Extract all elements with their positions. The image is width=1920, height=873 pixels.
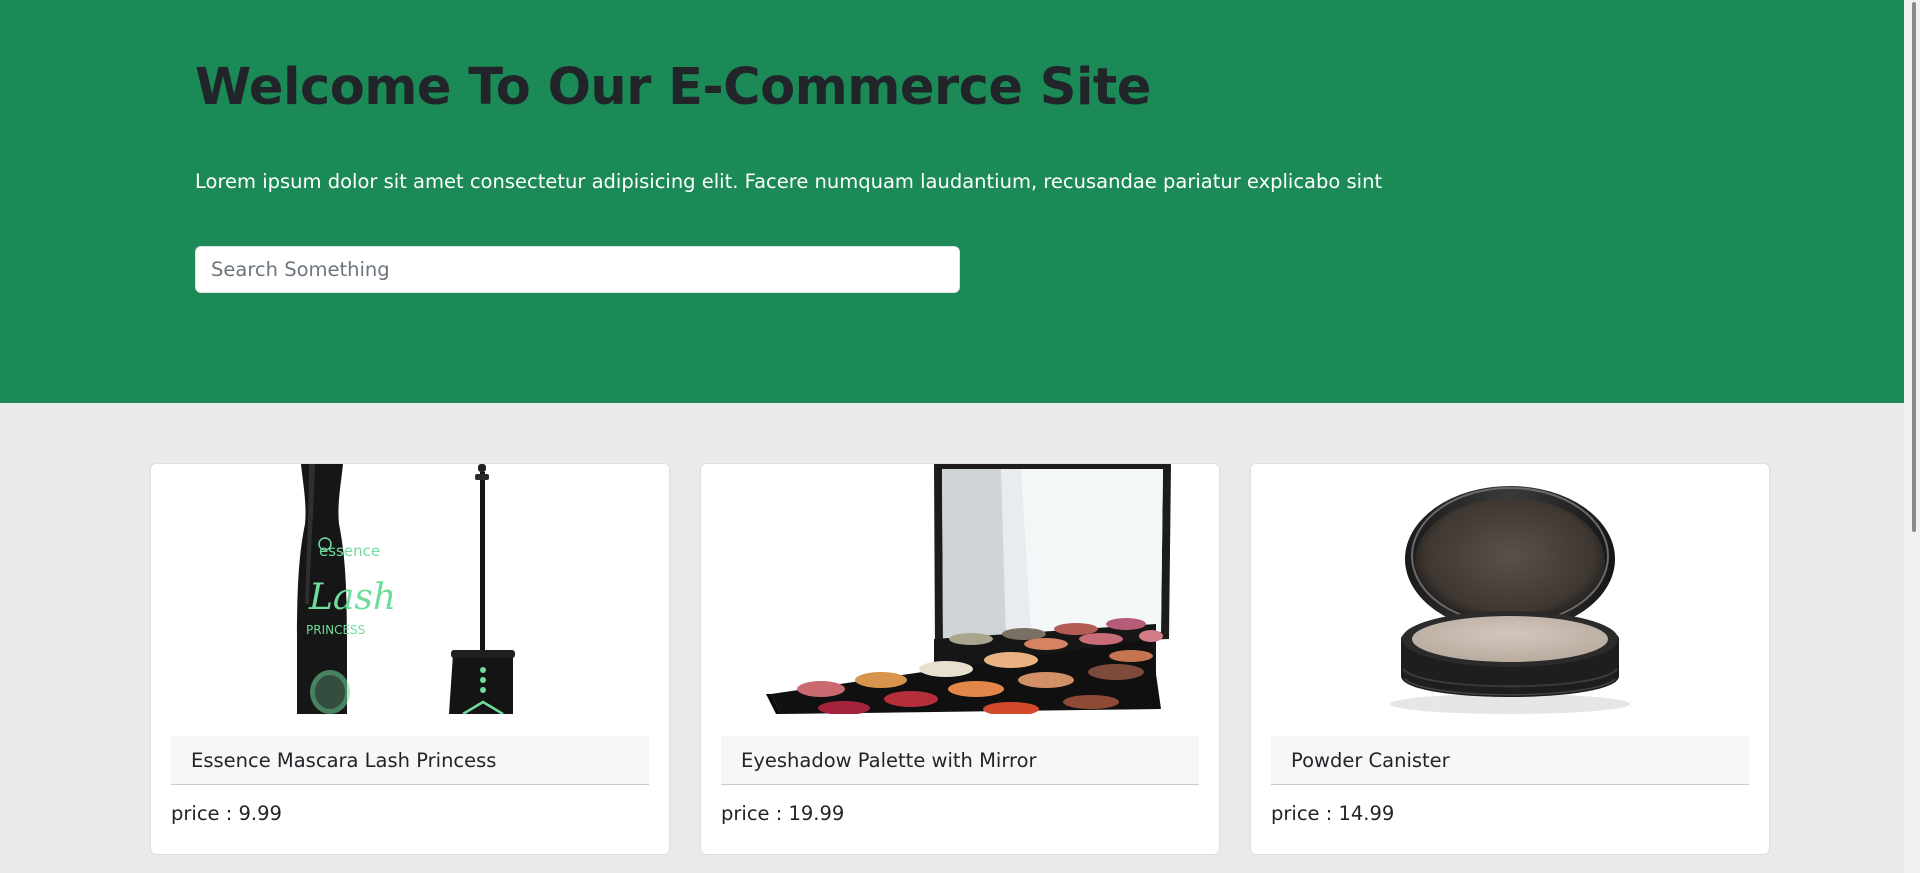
mascara-sub-text: PRINCESS <box>306 623 365 637</box>
product-name[interactable]: Powder Canister <box>1271 736 1749 785</box>
product-card[interactable]: essence Lash PRINCESS Essence Mascara La… <box>150 463 670 855</box>
mascara-brand-text: essence <box>319 542 380 560</box>
product-price: price : 9.99 <box>171 802 282 825</box>
scrollbar-thumb[interactable] <box>1912 2 1916 532</box>
page-title: Welcome To Our E-Commerce Site <box>195 58 1151 117</box>
page-scrollbar[interactable] <box>1904 0 1920 873</box>
mascara-product-text: Lash <box>308 577 396 618</box>
product-card[interactable]: Eyeshadow Palette with Mirror price : 19… <box>700 463 1220 855</box>
powder-compact-image[interactable] <box>1251 464 1769 714</box>
product-price: price : 14.99 <box>1271 802 1395 825</box>
search-input[interactable] <box>195 246 960 293</box>
hero-subtitle: Lorem ipsum dolor sit amet consectetur a… <box>195 170 1383 193</box>
product-price: price : 19.99 <box>721 802 845 825</box>
product-name[interactable]: Eyeshadow Palette with Mirror <box>721 736 1199 785</box>
page: Welcome To Our E-Commerce Site Lorem ips… <box>0 0 1920 873</box>
mascara-image[interactable]: essence Lash PRINCESS <box>151 464 669 714</box>
product-card[interactable]: Powder Canister price : 14.99 <box>1250 463 1770 855</box>
product-name[interactable]: Essence Mascara Lash Princess <box>171 736 649 785</box>
eyeshadow-palette-image[interactable] <box>701 464 1219 714</box>
hero-banner: Welcome To Our E-Commerce Site Lorem ips… <box>0 0 1920 403</box>
